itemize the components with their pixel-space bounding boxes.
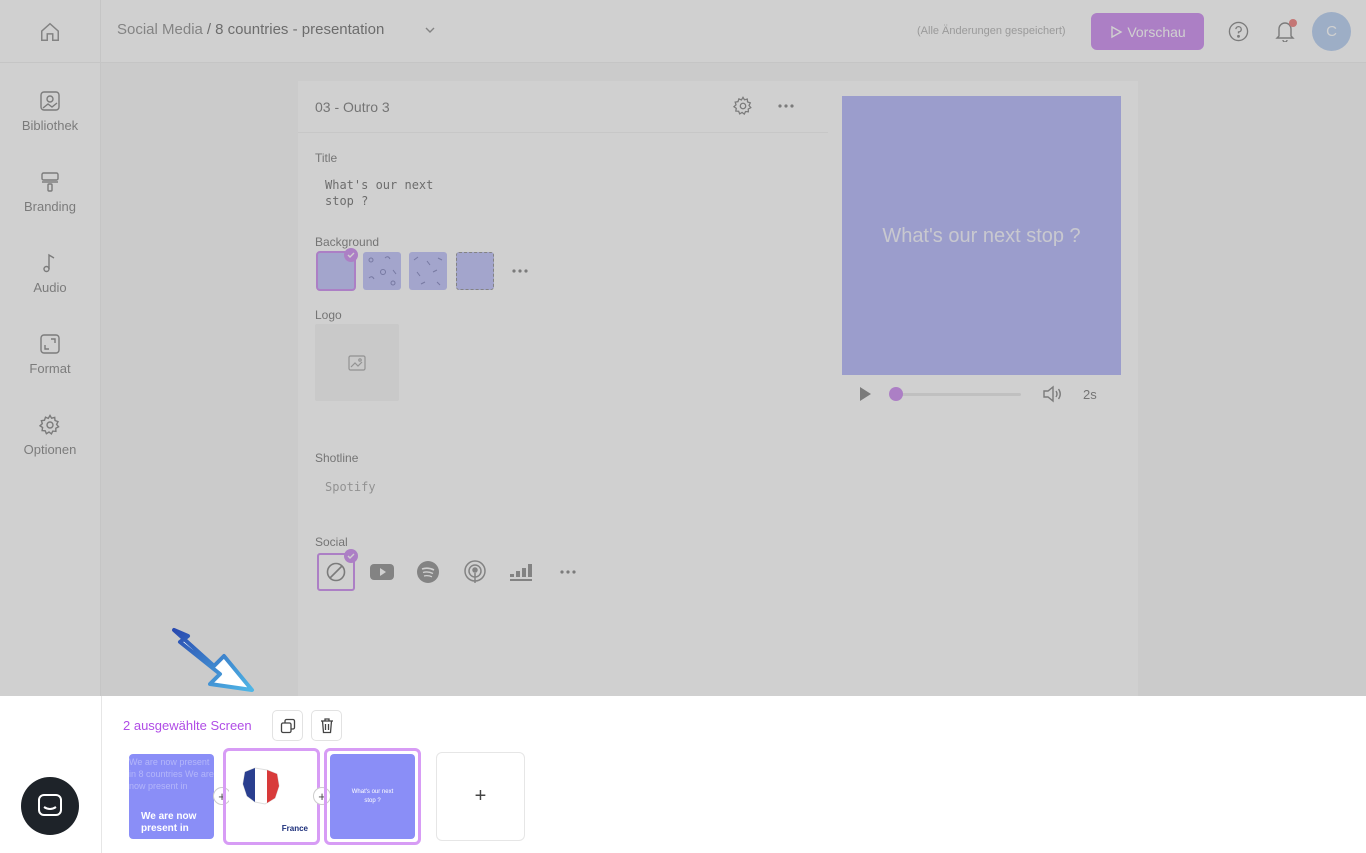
logo-upload[interactable] [315, 324, 399, 401]
preview-text: What's our next stop ? [882, 224, 1081, 247]
home-icon [41, 22, 59, 41]
resize-icon [40, 334, 60, 354]
notification-dot [1289, 19, 1297, 27]
screen-thumbnail-2[interactable]: France [229, 754, 314, 839]
preview-button[interactable]: Vorschau [1091, 13, 1204, 50]
thumbnail-background-text: We are now present in 8 countries We are… [129, 757, 214, 791]
social-option-youtube[interactable] [363, 553, 401, 591]
logo-label: Logo [315, 308, 342, 322]
sidebar-item-branding[interactable]: Branding [0, 171, 100, 231]
background-swatch-custom[interactable] [456, 252, 494, 290]
check-icon [344, 248, 358, 262]
more-backgrounds-icon[interactable] [511, 266, 529, 276]
gear-icon [39, 414, 60, 435]
play-icon[interactable] [858, 386, 872, 402]
france-map-icon [242, 767, 280, 805]
image-placeholder-icon [348, 354, 366, 371]
thumbnail-text: We are now present in [141, 811, 197, 834]
music-note-icon [43, 253, 55, 273]
breadcrumb-current: 8 countries - presentation [215, 21, 385, 38]
duration-label: 2s [1083, 387, 1097, 402]
sidebar-item-label: Audio [33, 280, 67, 295]
sidebar-item-label: Format [29, 361, 71, 376]
social-option-podcast[interactable] [456, 553, 494, 591]
breadcrumb-parent[interactable]: Social Media [117, 21, 203, 38]
social-label: Social [315, 535, 348, 549]
thumbnail-label: France [281, 824, 308, 833]
duplicate-button[interactable] [272, 710, 303, 741]
social-option-deezer[interactable] [503, 553, 541, 591]
preview-label: Vorschau [1127, 23, 1186, 40]
sidebar-item-audio[interactable]: Audio [0, 252, 100, 312]
chat-button[interactable] [21, 777, 79, 835]
gear-icon[interactable] [733, 96, 753, 116]
deezer-icon [510, 564, 532, 581]
pointer-arrow-icon [172, 628, 254, 692]
background-label: Background [315, 235, 380, 249]
social-option-spotify[interactable] [409, 553, 447, 591]
screen-thumbnail-3[interactable]: What's our next stop ? [330, 754, 415, 839]
add-screen-button[interactable]: + [436, 752, 525, 841]
play-outline-icon [1111, 25, 1123, 38]
paint-roller-icon [41, 172, 59, 192]
sidebar-item-label: Optionen [23, 442, 77, 457]
background-swatch-pattern-confetti[interactable] [363, 252, 401, 290]
duplicate-icon [280, 718, 295, 733]
title-label: Title [315, 151, 338, 165]
podcast-icon [464, 560, 486, 583]
help-icon[interactable] [1228, 21, 1249, 42]
volume-icon[interactable] [1042, 385, 1062, 403]
chat-icon [38, 794, 62, 816]
thumbnail-label: What's our next stop ? [351, 788, 394, 804]
delete-button[interactable] [311, 710, 342, 741]
sidebar-item-format[interactable]: Format [0, 333, 100, 393]
sidebar-item-label: Branding [23, 199, 77, 214]
selected-count: 2 ausgewählte Screen [123, 718, 252, 733]
sidebar-item-label: Bibliothek [21, 118, 79, 133]
more-socials-icon[interactable] [559, 567, 577, 577]
image-icon [40, 91, 60, 111]
shotline-label: Shotline [315, 451, 359, 465]
screen-name: 03 - Outro 3 [315, 99, 390, 115]
background-swatch-pattern-lines[interactable] [409, 252, 447, 290]
sidebar-item-optionen[interactable]: Optionen [0, 414, 100, 474]
sidebar-item-bibliothek[interactable]: Bibliothek [0, 90, 100, 150]
home-button[interactable] [0, 0, 101, 63]
scrub-track[interactable] [894, 393, 1021, 396]
spotify-icon [417, 561, 439, 583]
scrub-handle[interactable] [889, 387, 903, 401]
title-input[interactable]: What's our next stop ? [315, 169, 455, 219]
more-options-icon[interactable] [777, 98, 795, 114]
breadcrumb-separator: / [206, 21, 212, 38]
avatar[interactable]: C [1312, 12, 1351, 51]
check-icon [344, 549, 358, 563]
top-bar: Social Media / 8 countries - presentatio… [0, 0, 1366, 63]
chevron-down-icon[interactable] [424, 24, 436, 36]
screen-thumbnail-1[interactable]: We are now present in 8 countries We are… [129, 754, 214, 839]
saved-status: (Alle Änderungen gespeichert) [917, 25, 1066, 37]
breadcrumb: Social Media / 8 countries - presentatio… [117, 21, 436, 38]
shotline-input[interactable] [315, 468, 590, 506]
trash-icon [320, 718, 333, 734]
none-icon [326, 562, 346, 582]
youtube-icon [370, 564, 394, 580]
preview-canvas: What's our next stop ? [842, 96, 1121, 375]
